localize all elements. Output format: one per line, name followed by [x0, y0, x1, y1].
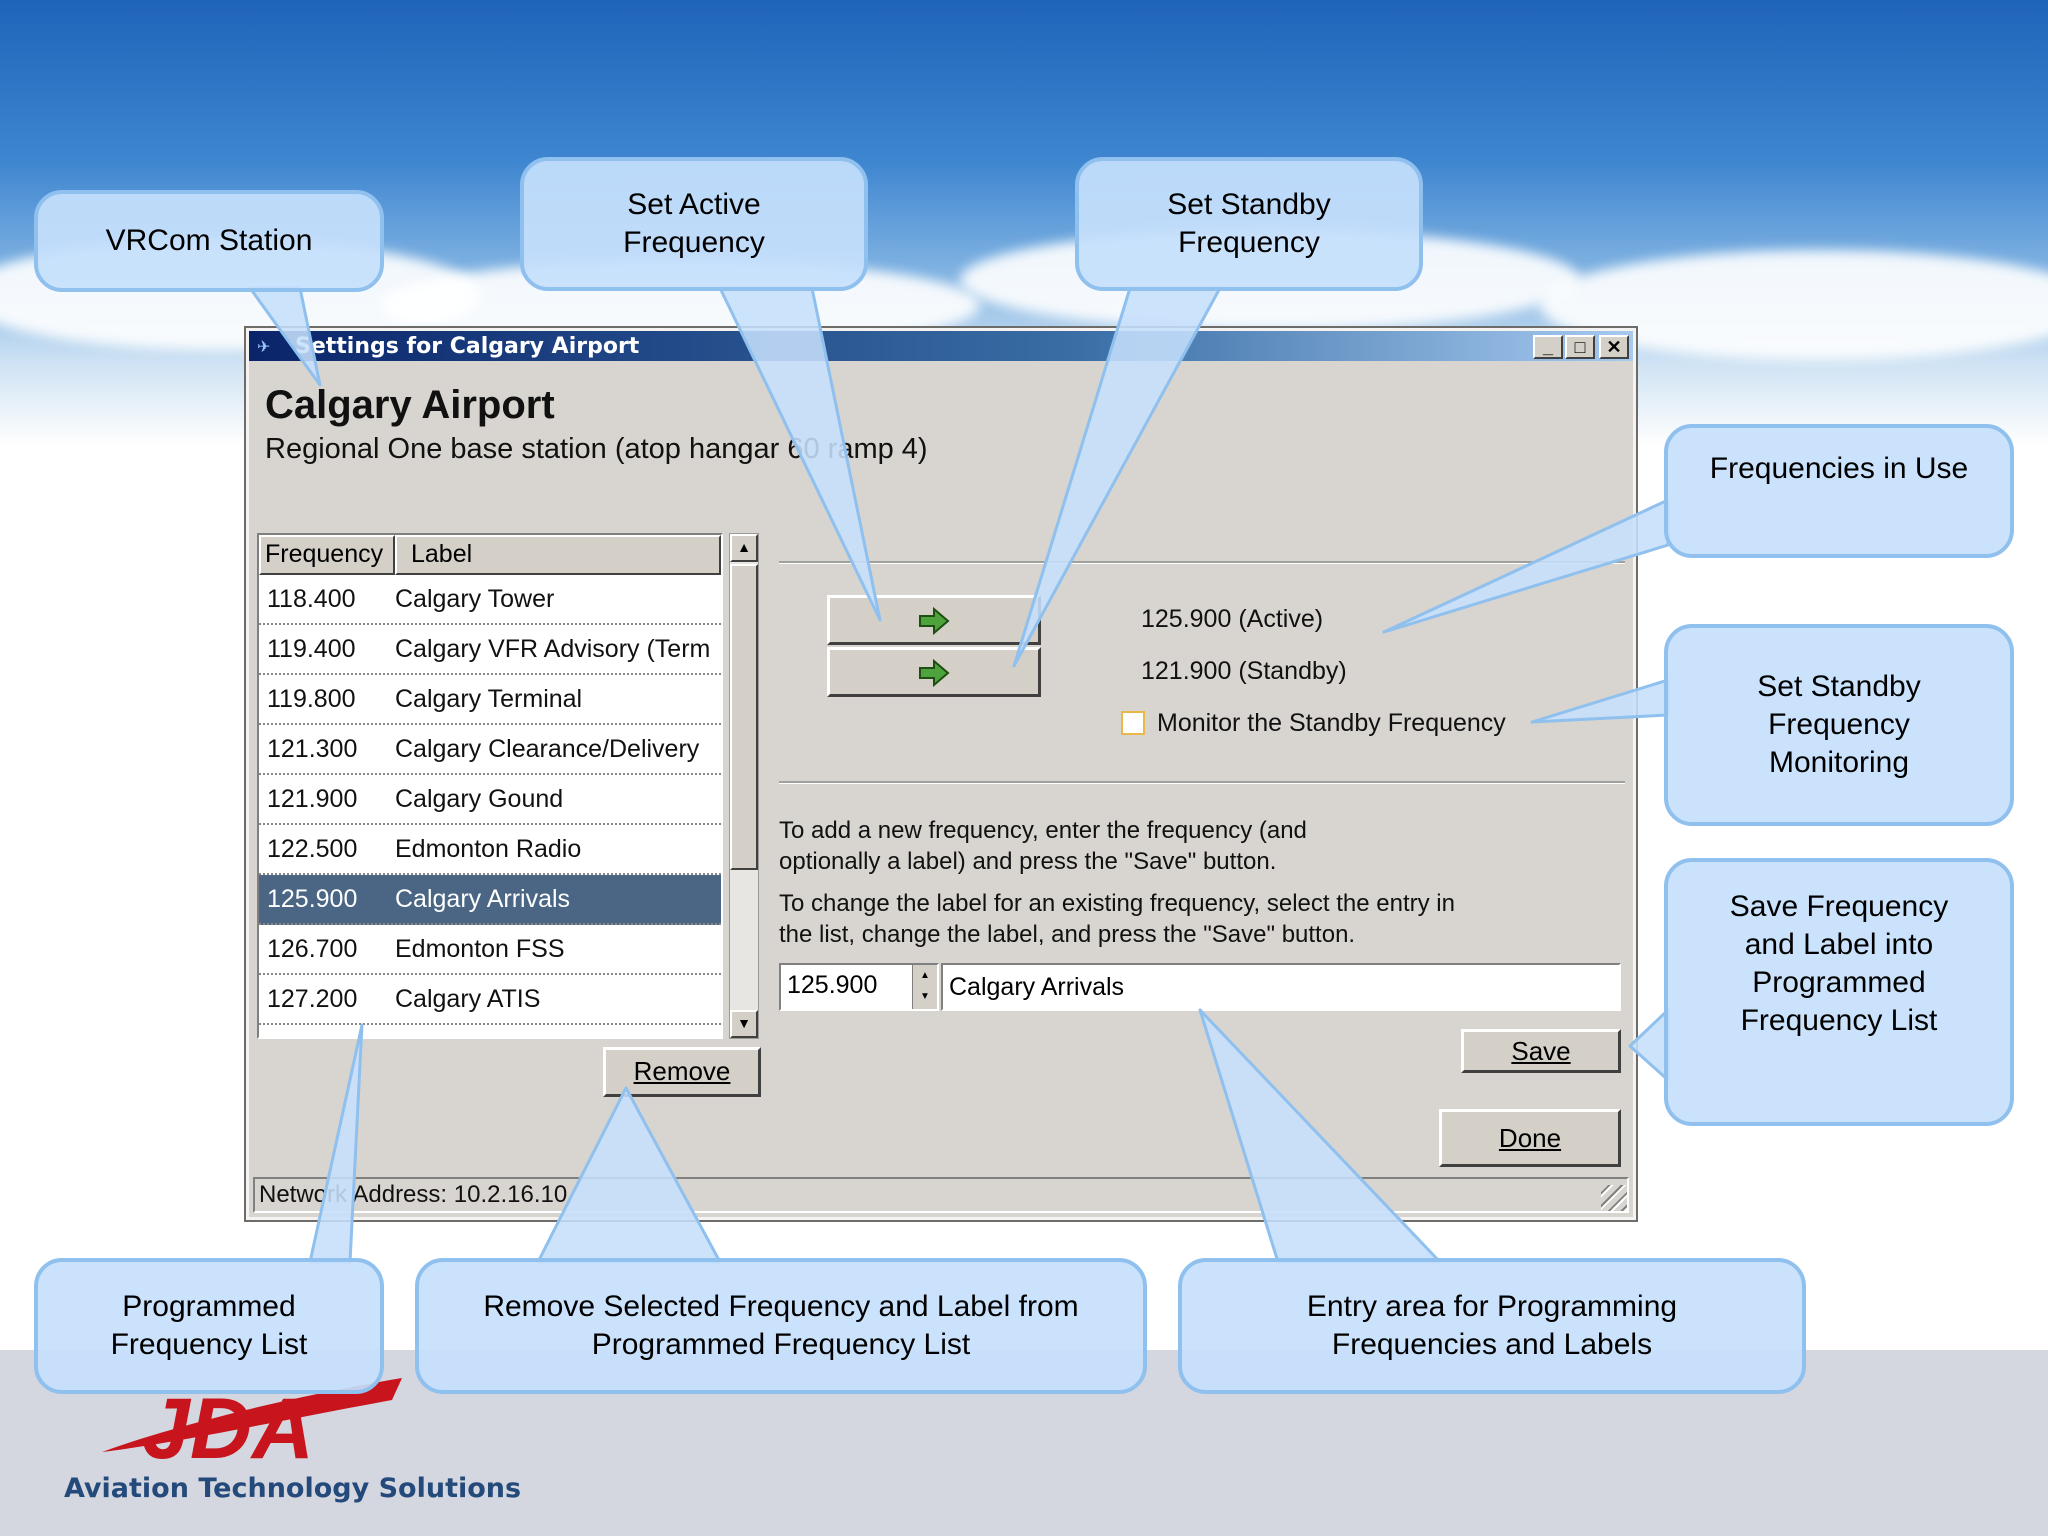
- callout-programmed-list: Programmed Frequency List: [34, 1258, 384, 1394]
- help-add-text: To add a new frequency, enter the freque…: [779, 817, 1307, 875]
- frequency-stepper[interactable]: 125.900 ▲ ▼: [779, 963, 939, 1011]
- window-title: Settings for Calgary Airport: [295, 334, 640, 359]
- status-bar: Network Address: 10.2.16.10: [253, 1177, 1629, 1213]
- row-frequency: 121.300: [267, 735, 358, 763]
- row-frequency: 125.900: [267, 885, 358, 913]
- divider: [779, 561, 1625, 564]
- row-frequency: 118.400: [267, 585, 356, 613]
- divider: [779, 781, 1625, 784]
- frequency-list[interactable]: Frequency Label 118.400 Calgary Tower 119…: [257, 533, 723, 1039]
- row-label: Calgary Arrivals: [395, 885, 571, 913]
- stepper-arrows-icon[interactable]: ▲ ▼: [912, 965, 937, 1009]
- row-frequency: 119.800: [267, 685, 356, 713]
- list-row[interactable]: 122.500 Edmonton Radio: [259, 825, 721, 875]
- scroll-up-icon[interactable]: ▲: [730, 534, 758, 562]
- row-label: Calgary VFR Advisory (Term: [395, 635, 711, 663]
- network-address: Network Address: 10.2.16.10: [259, 1181, 568, 1208]
- frequency-value: 125.900: [787, 971, 878, 999]
- standby-frequency: 121.900 (Standby): [1141, 657, 1347, 685]
- row-label: Calgary Terminal: [395, 685, 583, 713]
- callout-save-frequency: Save Frequency and Label into Programmed…: [1664, 858, 2014, 1126]
- scroll-down-icon[interactable]: ▼: [730, 1010, 758, 1038]
- scroll-thumb[interactable]: [730, 564, 758, 870]
- list-row[interactable]: 119.400 Calgary VFR Advisory (Term: [259, 625, 721, 675]
- row-label: Edmonton FSS: [395, 935, 565, 963]
- maximize-button[interactable]: □: [1565, 335, 1595, 359]
- label-input[interactable]: [941, 963, 1621, 1011]
- remove-button-label: Remove: [633, 1056, 731, 1086]
- resize-grip-icon[interactable]: [1601, 1185, 1627, 1211]
- logo-tagline: Aviation Technology Solutions: [64, 1473, 522, 1504]
- list-row[interactable]: 119.800 Calgary Terminal: [259, 675, 721, 725]
- callout-remove-selected: Remove Selected Frequency and Label from…: [415, 1258, 1147, 1394]
- save-button-label: Save: [1511, 1036, 1571, 1066]
- column-header-label[interactable]: Label: [395, 535, 721, 575]
- list-row[interactable]: 118.400 Calgary Tower: [259, 575, 721, 625]
- row-frequency: 122.500: [267, 835, 358, 863]
- row-frequency: 127.200: [267, 985, 358, 1013]
- row-label: Calgary Clearance/Delivery: [395, 735, 700, 763]
- monitor-standby-label: Monitor the Standby Frequency: [1157, 709, 1506, 737]
- callout-set-active: Set Active Frequency: [520, 157, 868, 291]
- save-button[interactable]: Save: [1461, 1029, 1621, 1073]
- station-description: Regional One base station (atop hangar 6…: [265, 433, 928, 465]
- callout-vrcom-station: VRCom Station: [34, 190, 384, 292]
- title-bar[interactable]: ✈ Settings for Calgary Airport _ □ ✕: [249, 331, 1633, 361]
- callout-standby-monitoring: Set Standby Frequency Monitoring: [1664, 624, 2014, 826]
- right-arrow-icon: [919, 658, 950, 688]
- column-header-frequency[interactable]: Frequency: [259, 535, 395, 575]
- callout-frequencies-in-use: Frequencies in Use: [1664, 424, 2014, 558]
- list-row-selected[interactable]: 125.900 Calgary Arrivals: [259, 875, 721, 925]
- callout-entry-area: Entry area for Programming Frequencies a…: [1178, 1258, 1806, 1394]
- list-row[interactable]: 121.300 Calgary Clearance/Delivery: [259, 725, 721, 775]
- station-name: Calgary Airport: [265, 383, 555, 427]
- app-icon: ✈: [257, 339, 271, 356]
- done-button-label: Done: [1498, 1123, 1562, 1153]
- row-label: Edmonton Radio: [395, 835, 582, 863]
- row-frequency: 121.900: [267, 785, 358, 813]
- list-scrollbar[interactable]: ▲ ▼: [729, 533, 759, 1039]
- list-header: Frequency Label: [259, 535, 721, 575]
- list-row[interactable]: 127.200 Calgary ATIS: [259, 975, 721, 1025]
- remove-button[interactable]: Remove: [603, 1047, 761, 1097]
- close-button[interactable]: ✕: [1599, 335, 1629, 359]
- row-label: Calgary Gound: [395, 785, 564, 813]
- row-label: Calgary ATIS: [395, 985, 541, 1013]
- list-row[interactable]: 121.900 Calgary Gound: [259, 775, 721, 825]
- set-standby-button[interactable]: [827, 647, 1041, 697]
- row-label: Calgary Tower: [395, 585, 555, 613]
- logo-text: JDA: [142, 1381, 314, 1470]
- done-button[interactable]: Done: [1439, 1109, 1621, 1167]
- right-arrow-icon: [919, 606, 950, 636]
- row-frequency: 126.700: [267, 935, 358, 963]
- minimize-button[interactable]: _: [1533, 335, 1563, 359]
- set-active-button[interactable]: [827, 595, 1041, 645]
- row-frequency: 119.400: [267, 635, 356, 663]
- list-row[interactable]: 126.700 Edmonton FSS: [259, 925, 721, 975]
- monitor-standby-checkbox[interactable]: [1121, 711, 1145, 735]
- help-change-text: To change the label for an existing freq…: [779, 890, 1455, 948]
- settings-window: ✈ Settings for Calgary Airport _ □ ✕ Cal…: [244, 326, 1638, 1222]
- active-frequency: 125.900 (Active): [1141, 605, 1324, 633]
- callout-set-standby: Set Standby Frequency: [1075, 157, 1423, 291]
